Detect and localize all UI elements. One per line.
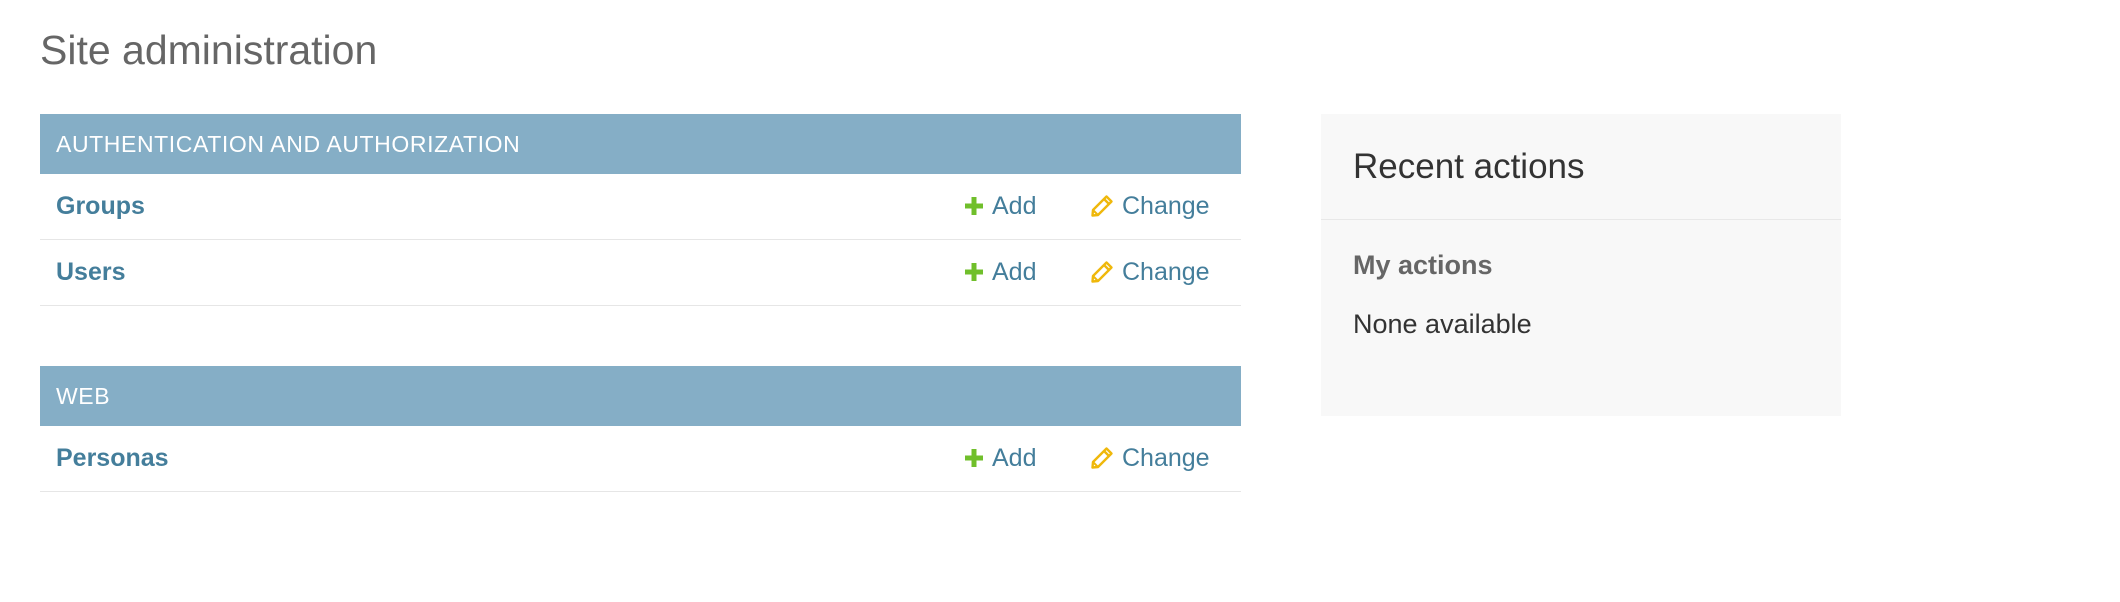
- app-caption[interactable]: Authentication and Authorization: [40, 114, 1241, 174]
- add-groups-link[interactable]: Add: [964, 174, 1036, 238]
- change-groups-link[interactable]: Change: [1090, 174, 1210, 238]
- app-caption[interactable]: Web: [40, 366, 1241, 426]
- pencil-icon: [1091, 195, 1113, 217]
- model-row-users: Users Add Change: [40, 240, 1241, 306]
- pencil-icon: [1091, 261, 1113, 283]
- plus-icon: [965, 197, 983, 215]
- admin-page: Site administration Authentication and A…: [0, 0, 2120, 602]
- recent-actions-panel: Recent actions My actions None available: [1321, 114, 1841, 416]
- add-personas-link[interactable]: Add: [964, 426, 1036, 490]
- change-users-link[interactable]: Change: [1090, 240, 1210, 304]
- add-label: Add: [992, 192, 1037, 220]
- change-personas-link[interactable]: Change: [1090, 426, 1210, 490]
- change-label: Change: [1122, 258, 1210, 286]
- pencil-icon: [1091, 447, 1113, 469]
- recent-actions-title: Recent actions: [1321, 114, 1841, 220]
- change-label: Change: [1122, 444, 1210, 472]
- no-actions-text: None available: [1353, 309, 1532, 339]
- page-title: Site administration: [40, 27, 378, 73]
- model-row-personas: Personas Add Change: [40, 426, 1241, 492]
- add-label: Add: [992, 258, 1037, 286]
- app-list: Authentication and Authorization Groups …: [40, 114, 1241, 552]
- change-label: Change: [1122, 192, 1210, 220]
- model-row-groups: Groups Add Change: [40, 174, 1241, 240]
- my-actions-heading: My actions: [1353, 250, 1493, 280]
- app-module-auth: Authentication and Authorization Groups …: [40, 114, 1241, 306]
- model-link-personas[interactable]: Personas: [56, 426, 169, 490]
- model-link-groups[interactable]: Groups: [56, 174, 145, 238]
- model-link-users[interactable]: Users: [56, 240, 126, 304]
- plus-icon: [965, 449, 983, 467]
- app-module-web: Web Personas Add Change: [40, 366, 1241, 492]
- add-users-link[interactable]: Add: [964, 240, 1036, 304]
- add-label: Add: [992, 444, 1037, 472]
- plus-icon: [965, 263, 983, 281]
